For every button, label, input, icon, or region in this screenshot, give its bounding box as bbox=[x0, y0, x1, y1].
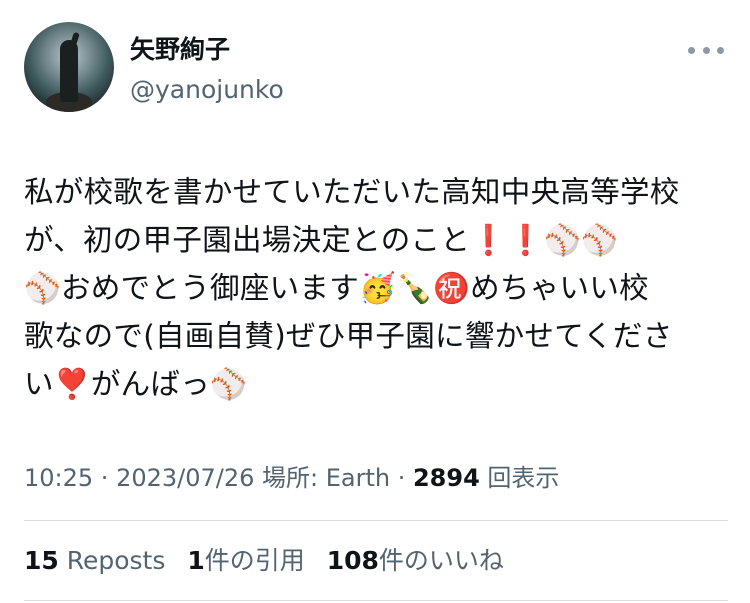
likes-stat[interactable]: 108件のいいね bbox=[327, 546, 504, 575]
avatar[interactable] bbox=[24, 22, 114, 112]
tweet-meta: 10:25 · 2023/07/26 場所: Earth · 2894 回表示 bbox=[24, 462, 559, 494]
place-label: 場所: bbox=[254, 464, 326, 492]
quotes-label: 件の引用 bbox=[204, 546, 305, 575]
more-dot bbox=[702, 46, 710, 54]
tweet-line: 私が校歌を書かせていただいた高知中央高等学校 bbox=[24, 175, 680, 209]
meta-separator: · bbox=[93, 464, 117, 492]
quotes-count: 1 bbox=[187, 546, 205, 575]
meta-separator: · bbox=[390, 464, 413, 492]
tweet-header: 矢野絢子 @yanojunko bbox=[22, 20, 728, 116]
tweet-line: 歌なので(自画自賛)ぜひ甲子園に響かせてくださ bbox=[24, 319, 673, 353]
tweet-stats: 15 Reposts 1件の引用 108件のいいね bbox=[24, 544, 518, 578]
user-handle[interactable]: @yanojunko bbox=[130, 74, 284, 106]
divider bbox=[24, 600, 728, 601]
reposts-count: 15 bbox=[24, 546, 59, 575]
tweet-time[interactable]: 10:25 bbox=[24, 464, 93, 492]
place-name[interactable]: Earth bbox=[326, 464, 390, 492]
quotes-stat[interactable]: 1件の引用 bbox=[187, 546, 304, 575]
tweet-date[interactable]: 2023/07/26 bbox=[116, 464, 254, 492]
more-horizontal-icon[interactable] bbox=[688, 44, 724, 56]
views-label: 回表示 bbox=[479, 464, 560, 492]
divider bbox=[24, 520, 728, 521]
tweet-text: 私が校歌を書かせていただいた高知中央高等学校 が、初の甲子園出場決定とのこと❗️… bbox=[24, 168, 728, 408]
likes-label: 件のいいね bbox=[378, 546, 504, 575]
more-dot bbox=[717, 46, 724, 54]
tweet-line: が、初の甲子園出場決定とのこと❗️❗️⚾️⚾️ bbox=[24, 223, 619, 257]
reposts-stat[interactable]: 15 Reposts bbox=[24, 546, 165, 575]
tweet-line: い❣️がんばっ⚾️ bbox=[24, 367, 248, 401]
reposts-label: Reposts bbox=[58, 546, 166, 575]
more-dot bbox=[688, 46, 695, 54]
tweet-line: ⚾️おめでとう御座います🥳🍾㊗️めちゃいい校 bbox=[24, 271, 649, 305]
display-name[interactable]: 矢野絢子 bbox=[130, 34, 230, 66]
likes-count: 108 bbox=[326, 546, 379, 575]
views-count: 2894 bbox=[412, 464, 480, 492]
